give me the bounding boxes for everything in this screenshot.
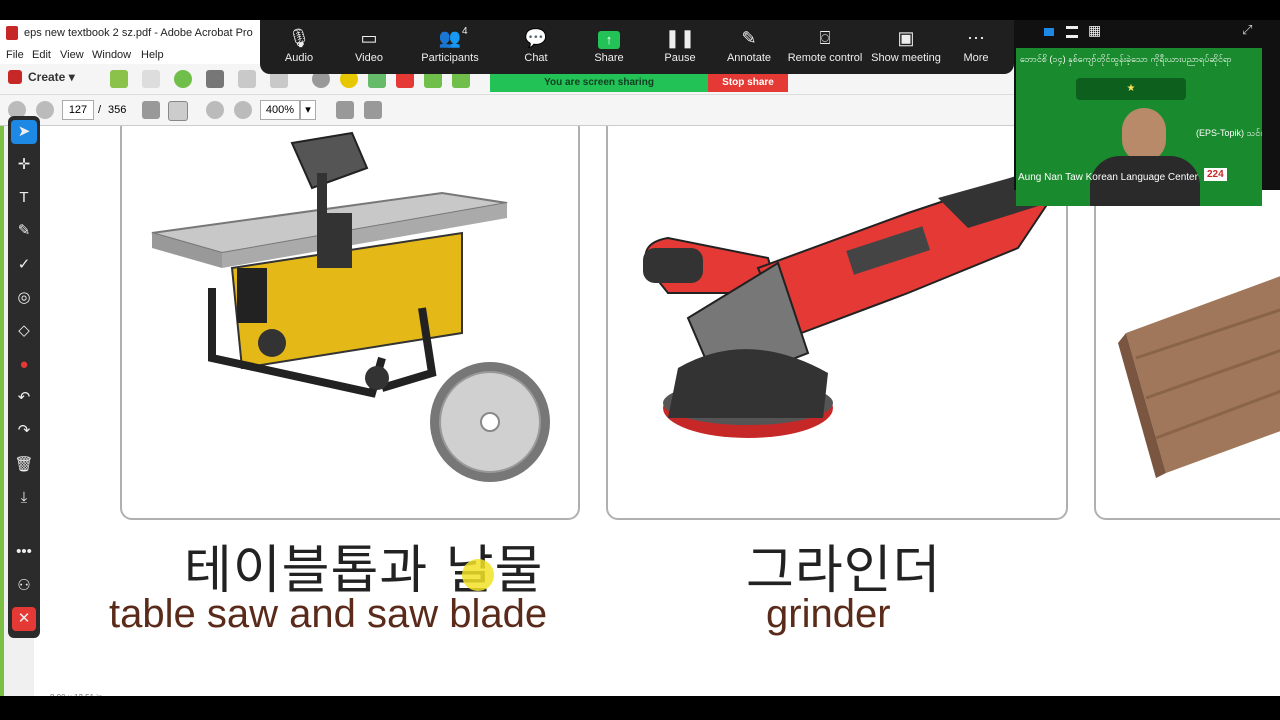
chat-icon: 💬 [524, 28, 548, 48]
cloud-icon[interactable] [174, 70, 192, 88]
speaker-video-window: ▦ ⤢ ဘောင်စိ (၁၄) နှစ်ကျော်တိုင်ထွန်းခဲ့သ… [1014, 20, 1280, 206]
english-label-grinder: grinder [766, 592, 891, 636]
pause-icon: ❚❚ [664, 28, 696, 48]
center-logo: ★ [1076, 78, 1186, 100]
zoom-meeting-controls: 🎙 Audio ▭ Video 👥 Participants 4 💬 Chat ↑ Sha… [260, 20, 1014, 74]
more-options-icon[interactable]: ••• [8, 540, 40, 564]
select-pointer-icon[interactable]: ➤ [11, 120, 37, 144]
zoom-in-icon[interactable] [234, 101, 252, 119]
menu-file[interactable]: File [6, 49, 24, 61]
select-cursor-icon[interactable] [142, 101, 160, 119]
list-view-icon[interactable] [1066, 26, 1078, 38]
color-icon[interactable]: ● [8, 353, 40, 377]
camera-icon: ▭ [360, 28, 378, 48]
sharing-indicator: You are screen sharing [490, 74, 708, 92]
zoom-dropdown-icon[interactable]: ▾ [300, 100, 316, 120]
share-button[interactable]: ↑ Share [574, 24, 644, 74]
participants-count-badge: 4 [462, 26, 468, 37]
screen-share-status: You are screen sharing Stop share [490, 74, 788, 92]
speaker-face [1122, 108, 1166, 162]
menu-help[interactable]: Help [141, 49, 164, 61]
open-icon[interactable] [110, 70, 128, 88]
stop-share-button[interactable]: Stop share [708, 74, 788, 92]
mic-icon: 🎙 [287, 28, 311, 48]
view-icon[interactable] [1044, 28, 1054, 36]
eraser-icon[interactable]: ◇ [8, 319, 40, 343]
banner-line-2: (EPS-Topik) သင်တန်းကျောင်း [1196, 128, 1262, 138]
menu-edit[interactable]: Edit [32, 49, 51, 61]
english-label-table-saw: table saw and saw blade [109, 592, 548, 636]
pdf-page: 테이블톱과 날물 table saw and saw blade 그라인더 gr… [34, 126, 1280, 696]
create-icon [8, 70, 22, 84]
video-badge: 224 [1204, 168, 1227, 181]
page-down-icon[interactable] [36, 101, 54, 119]
text-icon[interactable]: T [8, 186, 40, 210]
pause-button[interactable]: ❚❚ Pause [645, 24, 715, 74]
share-icon: ↑ [574, 24, 644, 52]
spotlight-icon[interactable]: ◎ [8, 286, 40, 310]
total-pages: 356 [108, 104, 127, 116]
speaker-name-caption: Aung Nan Taw Korean Language Center [1018, 172, 1198, 183]
remote-control-button[interactable]: ⌼ Remote control [785, 24, 865, 74]
trash-icon[interactable]: 🗑 [8, 453, 40, 477]
video-controls: ▦ ⤢ [1014, 22, 1280, 46]
create-button[interactable]: Create ▾ [8, 70, 75, 84]
more-icon: ⋯ [967, 28, 985, 48]
annotate-button[interactable]: ✎ Annotate [714, 24, 784, 74]
user-icon[interactable]: ⚇ [8, 574, 40, 598]
people-icon: 👥 [438, 28, 462, 48]
table-saw-image [151, 131, 550, 482]
meeting-icon: ▣ [897, 28, 915, 48]
video-button[interactable]: ▭ Video [334, 24, 404, 74]
grinder-image [643, 171, 1050, 438]
participants-button[interactable]: 👥 Participants [415, 24, 485, 74]
download-icon[interactable]: ⤓ [8, 486, 40, 510]
pdf-icon [6, 26, 18, 40]
hand-tool-icon[interactable] [168, 101, 188, 121]
card-table-saw [120, 126, 580, 520]
cursor-highlight [462, 559, 494, 591]
expand-icon[interactable]: ⤢ [1242, 22, 1252, 38]
print-icon[interactable] [206, 70, 224, 88]
page-separator: / [98, 104, 102, 116]
move-icon[interactable]: ✛ [8, 153, 40, 177]
mouse-icon: ⌼ [819, 28, 831, 48]
page-number-input[interactable]: 127 [62, 100, 94, 120]
zoom-out-icon[interactable] [206, 101, 224, 119]
checkmark-icon[interactable]: ✓ [8, 253, 40, 277]
more-button[interactable]: ⋯ More [941, 24, 1011, 74]
fullscreen-icon[interactable] [364, 101, 382, 119]
chat-button[interactable]: 💬 Chat [501, 24, 571, 74]
banner-line-1: ဘောင်စိ (၁၄) နှစ်ကျော်တိုင်ထွန်းခဲ့သော က… [1020, 54, 1232, 64]
grid-view-icon[interactable]: ▦ [1088, 22, 1101, 39]
zoom-level-input[interactable]: 400% [260, 100, 300, 120]
pencil-icon[interactable]: ✎ [8, 219, 40, 243]
menu-window[interactable]: Window [92, 49, 131, 61]
annotate-toolbar: ➤ ✛ T ✎ ✓ ◎ ◇ ● ↶ ↷ 🗑 ⤓ ••• ⚇ ✕ [8, 116, 40, 638]
redo-icon[interactable]: ↷ [8, 419, 40, 443]
show-meeting-button[interactable]: ▣ Show meeting [866, 24, 946, 74]
window-title: eps new textbook 2 sz.pdf - Adobe Acroba… [24, 27, 253, 39]
audio-button[interactable]: 🎙 Audio [264, 24, 334, 74]
bottom-bar [0, 696, 1280, 720]
fit-page-icon[interactable] [336, 101, 354, 119]
pen-icon: ✎ [741, 28, 757, 48]
edit-icon[interactable] [238, 70, 256, 88]
menu-view[interactable]: View [60, 49, 84, 61]
card-grinder [606, 126, 1068, 520]
undo-icon[interactable]: ↶ [8, 386, 40, 410]
close-annotate-icon[interactable]: ✕ [12, 607, 36, 631]
save-icon[interactable] [142, 70, 160, 88]
